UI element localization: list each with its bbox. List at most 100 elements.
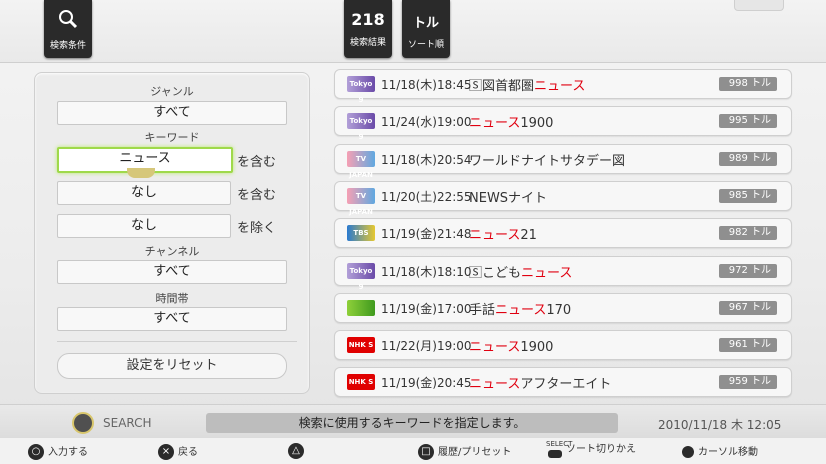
help-circle-label: 入力する (48, 447, 88, 458)
help-select-label: ソート切りかえ (566, 444, 636, 455)
title-highlight: ニュース (469, 340, 521, 356)
cross-button-icon: × (158, 444, 174, 460)
result-title: ニュース21 (469, 224, 537, 243)
channel-logo-icon: TBS (347, 225, 375, 242)
title-prefix: ワールドナイトサタデー図 (469, 153, 626, 169)
title-prefix: NEWSナイト (469, 190, 548, 206)
title-suffix: 1900 (520, 340, 554, 356)
genre-field[interactable]: すべて (57, 101, 287, 125)
help-cross-label: 戻る (178, 447, 198, 458)
result-datetime: 11/22(月)19:00 (381, 339, 472, 354)
help-cross: × 戻る (158, 443, 198, 460)
result-title: 🅂こどもニュース (469, 262, 572, 281)
help-stick-label: カーソル移動 (698, 447, 758, 458)
select-button-icon (548, 449, 562, 458)
result-score: 998 トル (719, 77, 777, 91)
result-score: 989 トル (719, 151, 777, 166)
result-datetime: 11/20(土)22:55 (381, 189, 472, 204)
result-datetime: 11/18(木)20:54 (381, 152, 472, 167)
result-row[interactable]: Tokyo 9 11/18(木)18:45 🅂図首都圏ニュース 998 トル (334, 69, 792, 104)
result-score: 959 トル (719, 375, 777, 390)
keyword-include-suffix-1: を含む (237, 155, 277, 170)
select-caption: SELECT (546, 440, 573, 448)
result-count: 218 (351, 10, 385, 29)
hint-text: 検索に使用するキーワードを指定します。 (206, 413, 618, 433)
result-count-label: 検索結果 (349, 38, 386, 48)
result-datetime: 11/19(金)17:00 (381, 301, 472, 316)
title-highlight: ニュース (521, 265, 573, 281)
keyword-label: キーワード (144, 131, 200, 144)
title-highlight: ニュース (495, 302, 547, 318)
triangle-button-icon: △ (288, 443, 304, 459)
channel-logo-icon: Tokyo 9 (347, 76, 375, 104)
sort-order-button[interactable]: トル ソート順 (402, 0, 450, 58)
panel-divider (57, 341, 297, 342)
time-label: 時間帯 (155, 292, 189, 305)
result-row[interactable]: Tokyo 9 11/18(木)18:10 🅂こどもニュース 972 トル (334, 255, 792, 291)
genre-label: ジャンル (150, 85, 194, 98)
search-conditions-button[interactable]: 検索条件 (44, 0, 92, 58)
left-stick-icon (682, 446, 694, 458)
result-row[interactable]: Tokyo 9 11/24(水)19:00 ニュース1900 995 トル (334, 106, 792, 141)
search-orb-icon (72, 412, 94, 434)
search-label: SEARCH (103, 416, 152, 430)
search-conditions-label: 検索条件 (49, 41, 86, 51)
result-score: 995 トル (719, 114, 777, 129)
title-highlight: ニュース (469, 228, 521, 244)
channel-logo-icon: NHK S (347, 337, 375, 354)
result-row[interactable]: TV JAPAN 11/18(木)20:54 ワールドナイトサタデー図 989 トル (334, 143, 792, 179)
result-datetime: 11/19(金)20:45 (381, 376, 472, 391)
title-highlight: ニュース (534, 79, 586, 94)
result-title: ワールドナイトサタデー図 (469, 150, 625, 169)
result-score: 972 トル (719, 263, 777, 278)
help-bar: ○ 入力する × 戻る △ □ 履歴/プリセット SELECT ソート切りかえ カーソ… (0, 438, 826, 464)
circle-button-icon: ○ (28, 444, 44, 460)
keyword-exclude-field[interactable]: なし (57, 214, 231, 238)
search-conditions-panel: ジャンル すべて キーワード ニュース を含む なし を含む なし を除く チャ… (34, 72, 310, 394)
result-title: 🅂図首都圏ニュース (469, 75, 585, 94)
channel-logo-icon: TV JAPAN (347, 150, 375, 179)
title-suffix: 21 (520, 228, 537, 244)
title-prefix: 手話 (469, 302, 496, 318)
channel-logo-icon (347, 299, 375, 316)
result-count-button[interactable]: 218 検索結果 (344, 0, 392, 58)
result-score: 967 トル (719, 300, 777, 315)
square-button-icon: □ (418, 444, 434, 460)
title-suffix: 1900 (520, 116, 554, 132)
keyword-include-field-2[interactable]: なし (57, 181, 231, 205)
channel-logo-icon: Tokyo 9 (347, 113, 375, 141)
keyword-include-suffix-2: を含む (237, 188, 277, 203)
title-highlight: ニュース (469, 116, 521, 132)
result-row[interactable]: 11/19(金)17:00 手話ニュース170 967 トル (334, 292, 792, 323)
help-circle: ○ 入力する (28, 443, 88, 460)
sort-value: トル (412, 16, 439, 31)
title-suffix: アフターエイト (520, 377, 612, 393)
result-title: NEWSナイト (469, 187, 547, 206)
result-title: ニュースアフターエイト (469, 373, 611, 392)
status-bar: SEARCH 検索に使用するキーワードを指定します。 2010/11/18 木 … (0, 404, 826, 440)
corner-tab (734, 0, 784, 11)
time-field[interactable]: すべて (57, 307, 287, 331)
result-score: 961 トル (719, 338, 777, 353)
reset-button[interactable]: 設定をリセット (57, 353, 287, 379)
title-prefix: 🅂こども (469, 265, 522, 281)
result-row[interactable]: NHK S 11/22(月)19:00 ニュース1900 961 トル (334, 330, 792, 361)
keyword-exclude-suffix: を除く (237, 221, 277, 236)
help-square-label: 履歴/プリセット (438, 447, 512, 458)
result-datetime: 11/18(木)18:45 (381, 78, 472, 92)
magnifier-icon (44, 0, 92, 34)
channel-logo-icon: TV JAPAN (347, 187, 375, 216)
result-score: 985 トル (719, 188, 777, 203)
title-prefix: 🅂図首都圏 (469, 79, 535, 94)
result-row[interactable]: NHK S 11/19(金)20:45 ニュースアフターエイト 959 トル (334, 367, 792, 398)
result-datetime: 11/19(金)21:48 (381, 227, 472, 242)
result-row[interactable]: TV JAPAN 11/20(土)22:55 NEWSナイト 985 トル (334, 180, 792, 216)
channel-field[interactable]: すべて (57, 260, 287, 284)
help-square: □ 履歴/プリセット (418, 443, 511, 460)
help-select: SELECT ソート切りかえ (546, 440, 636, 458)
channel-logo-icon: Tokyo 9 (347, 262, 375, 291)
help-triangle: △ (288, 443, 308, 459)
result-title: ニュース1900 (469, 112, 553, 131)
result-row[interactable]: TBS 11/19(金)21:48 ニュース21 982 トル (334, 218, 792, 249)
help-stick: カーソル移動 (682, 443, 758, 458)
